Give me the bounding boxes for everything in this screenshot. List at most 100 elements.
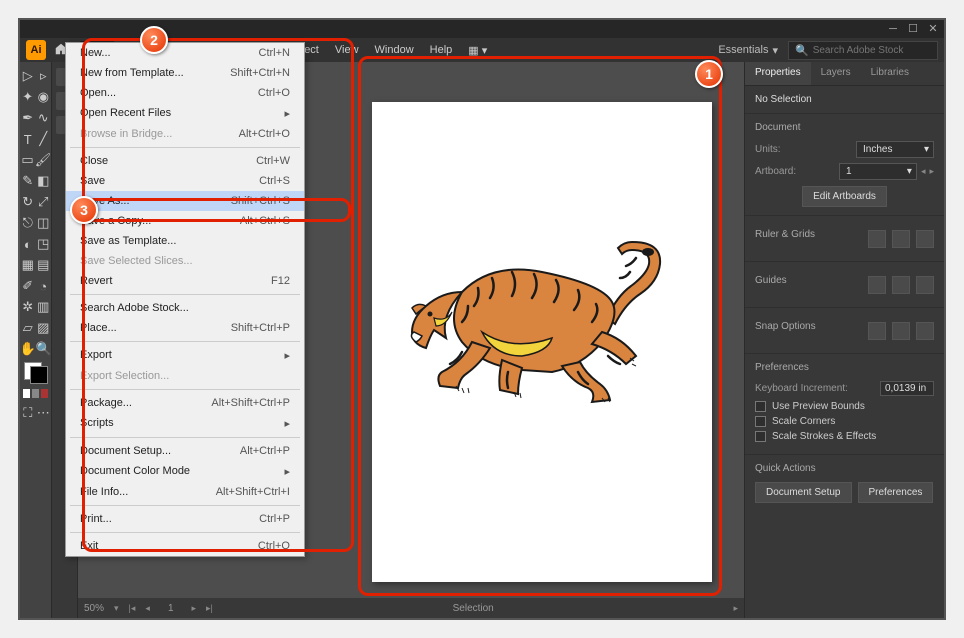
tools-panel: ▷▹ ✦◉ ✒∿ T╱ ▭🖌 ✎◧ ↻⤢ ⎋◫ ◐◳ ▦▤ ✐◔ ✲▥ ▱▨ ✋… bbox=[20, 62, 52, 618]
menu-item-close[interactable]: CloseCtrl+W bbox=[66, 151, 304, 171]
ruler-icon[interactable] bbox=[868, 230, 886, 248]
menu-item-open-recent-files[interactable]: Open Recent Files▸ bbox=[66, 103, 304, 124]
menu-item-document-color-mode[interactable]: Document Color Mode▸ bbox=[66, 461, 304, 482]
edit-toolbar[interactable]: ⋯ bbox=[36, 403, 52, 423]
nav-first-icon[interactable]: |◂ bbox=[129, 603, 136, 614]
menu-item-save-as-template[interactable]: Save as Template... bbox=[66, 231, 304, 251]
tab-layers[interactable]: Layers bbox=[811, 62, 861, 85]
menu-item-export[interactable]: Export▸ bbox=[66, 345, 304, 366]
artboard-next-icon[interactable]: ▸ bbox=[929, 166, 934, 177]
tiger-illustration bbox=[402, 232, 682, 432]
mesh-tool[interactable]: ▦ bbox=[20, 255, 36, 275]
selection-tool[interactable]: ▷ bbox=[20, 66, 36, 86]
menu-separator bbox=[70, 294, 300, 295]
guides-lock-icon[interactable] bbox=[892, 276, 910, 294]
menu-view[interactable]: View bbox=[327, 41, 367, 59]
slice-tool[interactable]: ▨ bbox=[36, 318, 52, 338]
rotate-tool[interactable]: ↻ bbox=[20, 192, 36, 212]
nav-next-icon[interactable]: ▸ bbox=[192, 603, 197, 614]
snap-point-icon[interactable] bbox=[868, 322, 886, 340]
minimize-btn[interactable]: ─ bbox=[888, 24, 898, 34]
zoom-level[interactable]: 50% bbox=[84, 603, 104, 614]
stock-search[interactable]: 🔍 bbox=[788, 41, 938, 60]
status-more-icon[interactable]: ▸ bbox=[733, 603, 738, 614]
tab-libraries[interactable]: Libraries bbox=[861, 62, 919, 85]
menu-item-exit[interactable]: ExitCtrl+Q bbox=[66, 536, 304, 556]
app-logo-icon[interactable]: Ai bbox=[26, 40, 46, 60]
artboard-select[interactable]: 1 ▾ bbox=[839, 163, 917, 180]
menu-item-place[interactable]: Place...Shift+Ctrl+P bbox=[66, 318, 304, 338]
edit-artboards-button[interactable]: Edit Artboards bbox=[802, 186, 887, 207]
menu-item-print[interactable]: Print...Ctrl+P bbox=[66, 509, 304, 529]
maximize-btn[interactable]: ☐ bbox=[908, 24, 918, 34]
menu-item-new-from-template[interactable]: New from Template...Shift+Ctrl+N bbox=[66, 63, 304, 83]
menu-item-revert[interactable]: RevertF12 bbox=[66, 271, 304, 291]
transparency-grid-icon[interactable] bbox=[916, 230, 934, 248]
shape-builder-tool[interactable]: ◐ bbox=[20, 234, 36, 254]
menu-item-save-a-copy[interactable]: Save a Copy...Alt+Ctrl+S bbox=[66, 211, 304, 231]
line-tool[interactable]: ╱ bbox=[36, 129, 52, 149]
hand-tool[interactable]: ✋ bbox=[20, 339, 36, 359]
artboard-nav-page[interactable]: 1 bbox=[160, 603, 182, 614]
tab-properties[interactable]: Properties bbox=[745, 62, 811, 85]
menu-item-package[interactable]: Package...Alt+Shift+Ctrl+P bbox=[66, 393, 304, 413]
symbol-sprayer-tool[interactable]: ✲ bbox=[20, 297, 36, 317]
section-ruler: Ruler & Grids bbox=[755, 229, 815, 240]
magic-wand-tool[interactable]: ✦ bbox=[20, 87, 36, 107]
menu-item-document-setup[interactable]: Document Setup...Alt+Ctrl+P bbox=[66, 441, 304, 461]
eyedropper-tool[interactable]: ✐ bbox=[20, 276, 36, 296]
stock-search-input[interactable] bbox=[813, 45, 933, 56]
menu-separator bbox=[70, 341, 300, 342]
close-btn[interactable]: ✕ bbox=[928, 24, 938, 34]
menu-window[interactable]: Window bbox=[367, 41, 422, 59]
nav-last-icon[interactable]: ▸| bbox=[206, 603, 213, 614]
rectangle-tool[interactable]: ▭ bbox=[20, 150, 35, 170]
menu-item-save-as[interactable]: Save As...Shift+Ctrl+S bbox=[66, 191, 304, 211]
menu-item-new[interactable]: New...Ctrl+N bbox=[66, 43, 304, 63]
kbd-increment-input[interactable] bbox=[880, 381, 934, 396]
guides-show-icon[interactable] bbox=[868, 276, 886, 294]
screen-mode-tool[interactable]: ⛶ bbox=[20, 403, 36, 423]
arrange-docs-icon[interactable]: ▦ ▾ bbox=[468, 44, 487, 57]
lasso-tool[interactable]: ◉ bbox=[36, 87, 52, 107]
menu-item-save[interactable]: SaveCtrl+S bbox=[66, 171, 304, 191]
menu-item-file-info[interactable]: File Info...Alt+Shift+Ctrl+I bbox=[66, 482, 304, 502]
draw-modes[interactable] bbox=[22, 389, 50, 398]
smart-guides-icon[interactable] bbox=[916, 276, 934, 294]
eraser-tool[interactable]: ◧ bbox=[36, 171, 52, 191]
zoom-chevron-icon[interactable]: ▾ bbox=[114, 603, 119, 614]
artboard-prev-icon[interactable]: ◂ bbox=[921, 166, 926, 177]
gradient-tool[interactable]: ▤ bbox=[36, 255, 52, 275]
brush-tool[interactable]: 🖌 bbox=[35, 150, 51, 170]
free-transform-tool[interactable]: ◫ bbox=[36, 213, 52, 233]
menu-separator bbox=[70, 147, 300, 148]
direct-selection-tool[interactable]: ▹ bbox=[36, 66, 52, 86]
nav-prev-icon[interactable]: ◂ bbox=[145, 603, 150, 614]
zoom-tool[interactable]: 🔍 bbox=[36, 339, 52, 359]
pen-tool[interactable]: ✒ bbox=[20, 108, 36, 128]
fill-stroke-swatch[interactable] bbox=[22, 362, 50, 384]
cb-scale-corners[interactable]: Scale Corners bbox=[755, 416, 934, 427]
menu-item-scripts[interactable]: Scripts▸ bbox=[66, 413, 304, 434]
cb-scale-strokes[interactable]: Scale Strokes & Effects bbox=[755, 431, 934, 442]
document-setup-button[interactable]: Document Setup bbox=[755, 482, 852, 503]
curvature-tool[interactable]: ∿ bbox=[36, 108, 52, 128]
type-tool[interactable]: T bbox=[20, 129, 36, 149]
menu-item-open[interactable]: Open...Ctrl+O bbox=[66, 83, 304, 103]
shaper-tool[interactable]: ✎ bbox=[20, 171, 36, 191]
menu-help[interactable]: Help bbox=[422, 41, 461, 59]
cb-preview-bounds[interactable]: Use Preview Bounds bbox=[755, 401, 934, 412]
scale-tool[interactable]: ⤢ bbox=[36, 192, 52, 212]
artboard-tool[interactable]: ▱ bbox=[20, 318, 36, 338]
units-select[interactable]: Inches ▾ bbox=[856, 141, 934, 158]
snap-pixel-icon[interactable] bbox=[916, 322, 934, 340]
grid-icon[interactable] bbox=[892, 230, 910, 248]
graph-tool[interactable]: ▥ bbox=[36, 297, 52, 317]
width-tool[interactable]: ⎋ bbox=[20, 213, 36, 233]
menu-item-search-adobe-stock[interactable]: Search Adobe Stock... bbox=[66, 298, 304, 318]
blend-tool[interactable]: ◔ bbox=[36, 276, 52, 296]
perspective-tool[interactable]: ◳ bbox=[36, 234, 52, 254]
workspace-switcher[interactable]: Essentials ▾ bbox=[710, 41, 786, 60]
snap-grid-icon[interactable] bbox=[892, 322, 910, 340]
preferences-button[interactable]: Preferences bbox=[858, 482, 934, 503]
